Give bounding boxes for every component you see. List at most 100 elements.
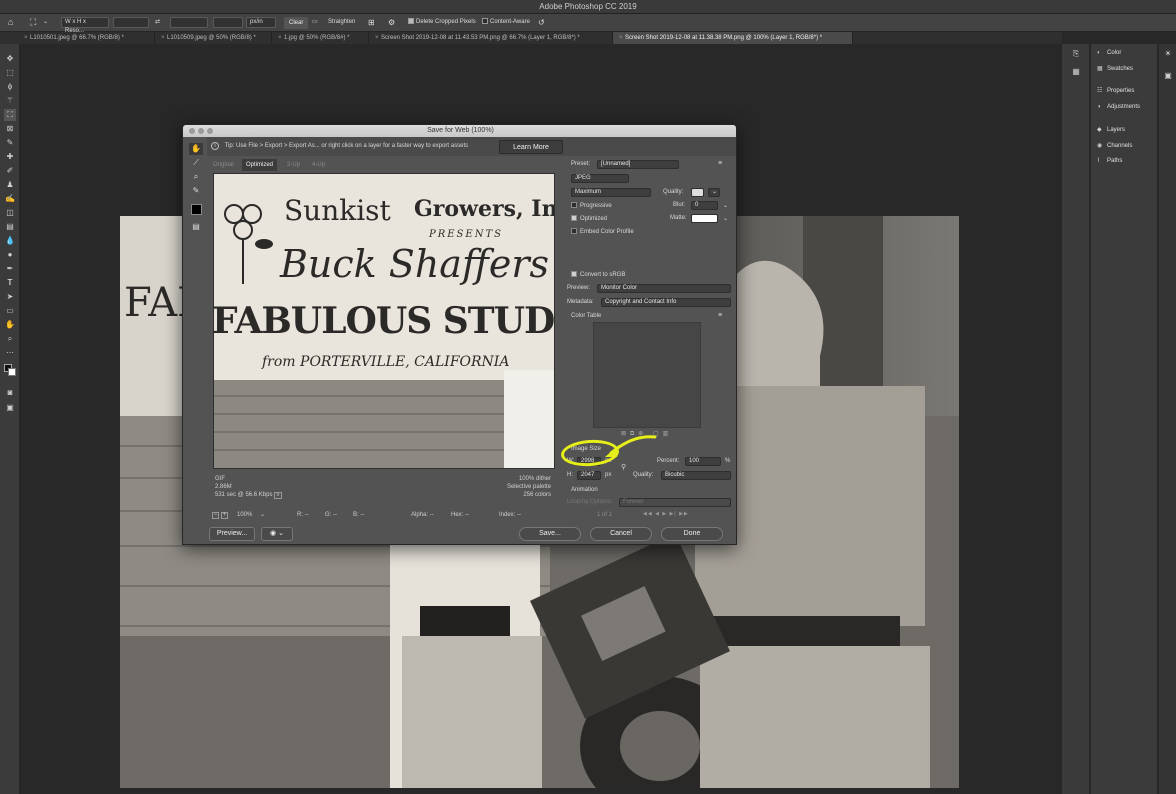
eyedropper-tool-icon[interactable]: ✎ [189,185,203,197]
blur-field[interactable]: 0 [691,201,718,210]
optimized-preview-image[interactable]: Sunkist Growers, Inc PRESENTS Buck Shaff… [213,173,555,469]
hand-tool-icon[interactable]: ✋ [189,143,203,155]
convert-srgb-checkbox[interactable]: Convert to sRGB [571,271,625,278]
zoom-chevron-icon[interactable]: ⌄ [260,510,265,520]
eraser-tool-icon[interactable]: ◫ [4,207,16,219]
panel-properties[interactable]: ☷ Properties [1097,85,1134,97]
history-panel-icon[interactable]: ⎘ [1070,48,1082,60]
preview-select[interactable]: Monitor Color [597,284,731,293]
history-brush-tool-icon[interactable]: ✍ [4,193,16,205]
foreground-background-colors-icon[interactable] [4,364,16,376]
quality-field[interactable] [691,188,704,197]
done-button[interactable]: Done [661,527,723,541]
format-select[interactable]: JPEG [571,174,629,183]
optimized-checkbox[interactable]: Optimized [571,215,607,222]
content-aware-checkbox[interactable]: Content-Aware [482,17,530,28]
height-field[interactable] [170,17,208,28]
tab-2-up[interactable]: 2-Up [283,159,304,171]
document-tab[interactable]: × 1.jpg @ 50% (RGB/8#) * [272,32,369,44]
color-table-menu-icon[interactable]: ≡ [718,312,722,319]
matte-chevron-icon[interactable]: ⌄ [723,215,728,222]
tab-optimized[interactable]: Optimized [242,159,278,171]
gradient-tool-icon[interactable]: ▤ [4,221,16,233]
straighten-icon[interactable]: ▭ [312,17,318,28]
crop-tool-icon[interactable]: ⛶ [4,109,16,121]
resample-quality-select[interactable]: Bicubic [661,471,731,480]
swap-icon[interactable]: ⇄ [155,17,160,28]
preview-button[interactable]: Preview... [209,527,255,541]
eyedropper-color-swatch[interactable] [189,204,203,216]
rectangle-tool-icon[interactable]: ▭ [4,305,16,317]
optimize-menu-icon[interactable]: ≡ [718,160,722,167]
blur-chevron-icon[interactable]: ⌄ [723,202,728,209]
save-button[interactable]: Save... [519,527,581,541]
character-panel-icon[interactable]: ▦ [1070,66,1082,78]
blur-tool-icon[interactable]: 💧 [4,235,16,247]
animation-playback-controls[interactable]: ◀◀ ◀ ▶ ▶| ▶▶ [643,511,689,517]
path-selection-tool-icon[interactable]: ➤ [4,291,16,303]
panel-adjustments[interactable]: ◑ Adjustments [1097,101,1140,113]
lasso-tool-icon[interactable]: ϕ [4,81,16,93]
crop-tool-icon[interactable]: ⛶ [30,17,36,28]
download-speed-menu-icon[interactable]: ≡ [274,492,283,499]
dodge-tool-icon[interactable]: ● [4,249,16,261]
tool-preset-chevron-icon[interactable]: ⌄ [43,17,48,28]
move-tool-icon[interactable]: ✥ [4,53,16,65]
zoom-in-icon[interactable]: + [221,512,228,519]
zoom-tool-icon[interactable]: ⌕ [4,333,16,345]
zoom-window-icon[interactable] [207,128,213,134]
quality-preset-select[interactable]: Maximum [571,188,651,197]
home-icon[interactable]: ⌂ [8,17,13,28]
pen-tool-icon[interactable]: ✒ [4,263,16,275]
matte-color-swatch[interactable] [691,214,718,223]
overlay-grid-icon[interactable]: ⊞ [368,17,375,28]
brush-tool-icon[interactable]: ✐ [4,165,16,177]
document-tab[interactable]: × L1010509.jpeg @ 50% (RGB/8) * [155,32,272,44]
libraries-panel-icon[interactable]: ▣ [1162,70,1174,82]
toggle-slices-icon[interactable]: ▤ [189,221,203,233]
quality-chevron-icon[interactable]: ⌄ [708,188,720,197]
marquee-tool-icon[interactable]: ⬚ [4,67,16,79]
tab-4-up[interactable]: 4-Up [308,159,329,171]
zoom-level-select[interactable]: 100% [237,510,252,520]
slice-select-tool-icon[interactable]: ⟋ [189,157,203,169]
type-tool-icon[interactable]: T [4,277,16,289]
panel-swatches[interactable]: ▦ Swatches [1097,63,1133,75]
embed-color-profile-checkbox[interactable]: Embed Color Profile [571,228,634,235]
browser-preview-icon[interactable]: ◉ ⌄ [261,527,293,541]
hand-tool-icon[interactable]: ✋ [4,319,16,331]
tab-original[interactable]: Original [209,159,238,171]
unit-select[interactable]: px/in [246,17,276,28]
width-field[interactable] [113,17,149,28]
delete-cropped-checkbox[interactable]: Delete Cropped Pixels [408,17,476,28]
document-tab[interactable]: × L1010501.jpeg @ 66.7% (RGB/8) * [18,32,155,44]
frame-tool-icon[interactable]: ⊠ [4,123,16,135]
document-tab[interactable]: × Screen Shot 2019-12-08 at 11.43.53 PM.p… [369,32,613,44]
magic-wand-tool-icon[interactable]: ⚚ [4,95,16,107]
learn-panel-icon[interactable]: ☀ [1162,48,1174,60]
panel-channels[interactable]: ◉ Channels [1097,140,1132,152]
image-height-field[interactable]: 2047 [577,471,601,480]
panel-color[interactable]: ◐ Color [1097,47,1121,59]
more-tools-icon[interactable]: ⋯ [4,347,16,359]
progressive-checkbox[interactable]: Progressive [571,202,612,209]
minimize-window-icon[interactable] [198,128,204,134]
resolution-field[interactable] [213,17,243,28]
panel-paths[interactable]: ⌇ Paths [1097,155,1122,167]
constrain-proportions-link-icon[interactable]: ⚲ [621,463,626,471]
percent-field[interactable]: 100 [685,457,721,466]
looping-options-select[interactable]: Forever [619,498,731,507]
eyedropper-tool-icon[interactable]: ✎ [4,137,16,149]
zoom-tool-icon[interactable]: ⌕ [189,171,203,183]
zoom-out-icon[interactable]: − [212,512,219,519]
straighten-label[interactable]: Straighten [328,17,355,28]
healing-brush-tool-icon[interactable]: ✚ [4,151,16,163]
panel-layers[interactable]: ◆ Layers [1097,124,1125,136]
preset-select[interactable]: [Unnamed] [597,160,679,169]
cancel-button[interactable]: Cancel [590,527,652,541]
ratio-select[interactable]: W x H x Reso... [61,17,109,34]
learn-more-button[interactable]: Learn More [499,140,563,154]
metadata-select[interactable]: Copyright and Contact Info [601,298,731,307]
clear-button[interactable]: Clear [284,17,309,29]
gear-icon[interactable]: ⚙ [388,17,395,28]
